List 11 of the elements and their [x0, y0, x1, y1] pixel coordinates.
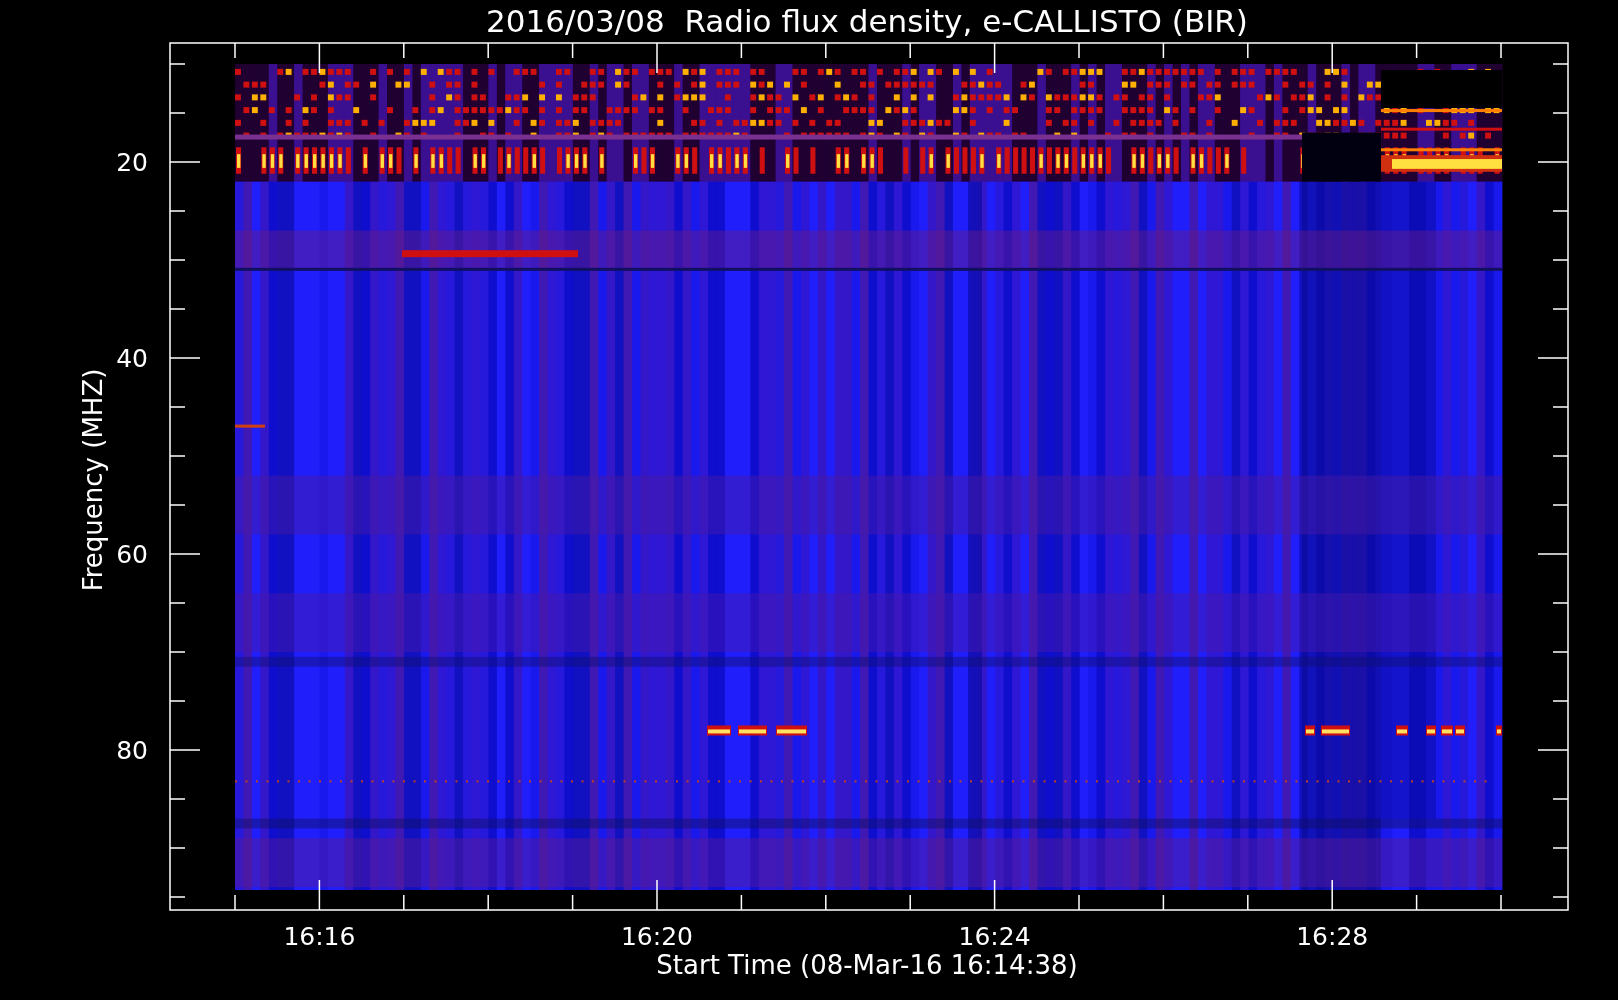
tick-label: 16:20: [621, 922, 693, 951]
tick-label: 16:28: [1296, 922, 1369, 951]
chart-title: 2016/03/08 Radio flux density, e-CALLISTO (BIR): [486, 3, 1248, 39]
tick-label: 16:24: [958, 922, 1031, 951]
tick-label: 80: [116, 736, 148, 765]
tick-label: 16:16: [283, 922, 356, 951]
axis-label: Frequency (MHZ): [78, 368, 108, 592]
axis-label: Start Time (08-Mar-16 16:14:38): [656, 950, 1078, 980]
tick-label: 60: [116, 540, 148, 569]
tick-label: 20: [116, 148, 148, 177]
tick-label: 40: [116, 344, 148, 373]
